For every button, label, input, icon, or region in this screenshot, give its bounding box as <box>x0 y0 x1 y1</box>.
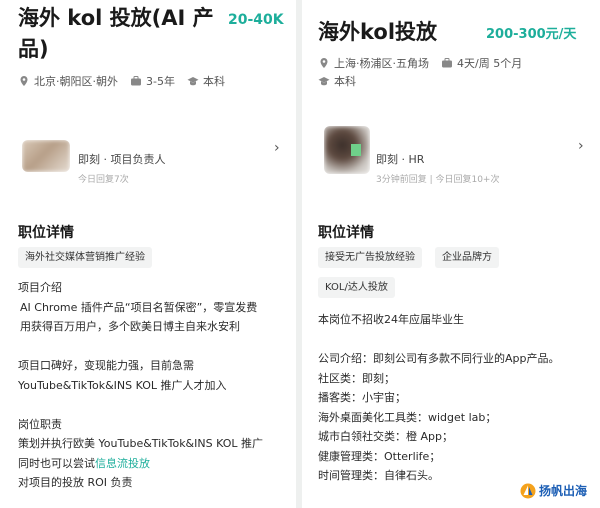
avatar <box>324 126 370 174</box>
highlight-link[interactable]: 信息流投放 <box>95 457 150 470</box>
desc-line: 项目介绍 <box>18 281 62 294</box>
education-text: 本科 <box>334 75 356 88</box>
desc-line <box>18 337 263 357</box>
desc-line: 城市白领社交类：橙 App； <box>318 430 453 443</box>
graduation-cap-icon <box>187 77 199 86</box>
salary-label: 200-300元/天 <box>486 27 577 42</box>
salary-label: 20-40K <box>228 12 284 28</box>
section-title: 职位详情 <box>18 225 74 241</box>
job-title-line2: 品) <box>18 37 49 61</box>
desc-line <box>318 330 560 350</box>
education-text: 本科 <box>202 75 225 88</box>
hr-status: 3分钟前回复 | 今日回复10+次 <box>376 175 500 185</box>
desc-line: 岗位职责 <box>18 417 62 431</box>
job-meta-row-2: 本科 <box>318 73 356 89</box>
location-text: 上海·杨浦区·五角场 <box>334 57 429 70</box>
hr-name: 即刻 · HR <box>376 153 425 166</box>
tag: 企业品牌方 <box>435 247 499 268</box>
watermark-text: 扬帆出海 <box>539 484 588 498</box>
job-description: 项目介绍 AI Chrome 插件产品“项目名暂保密”，零宣发费 用获得百万用户… <box>18 278 263 493</box>
desc-line: 社区类：即刻； <box>318 371 395 385</box>
briefcase-icon <box>131 76 141 86</box>
desc-line: 本岗位不招收24年应届毕业生 <box>318 313 464 326</box>
job-meta-row: 北京·朝阳区·朝外 3-5年 本科 <box>18 73 225 89</box>
job-card-left: 海外 kol 投放(AI 产 品) 20-40K 北京·朝阳区·朝外 3-5年 … <box>0 0 296 508</box>
avatar <box>22 140 70 172</box>
desc-line: 健康管理类：Otterlife； <box>318 449 441 463</box>
location-text: 北京·朝阳区·朝外 <box>34 75 118 88</box>
desc-line: 公司介绍：即刻公司有多款不同行业的App产品。 <box>318 352 560 365</box>
hr-card[interactable]: 即刻 · 项目负责人 今日回复7次 › <box>0 120 296 190</box>
desc-line <box>18 395 263 415</box>
desc-line: 海外桌面美化工具类：widget lab； <box>318 410 497 424</box>
desc-text: 同时也可以尝试 <box>18 456 95 470</box>
location-pin-icon <box>320 58 328 68</box>
job-title-line1: 海外 kol 投放(AI 产 <box>18 6 214 30</box>
graduation-cap-icon <box>318 77 330 86</box>
chevron-right-icon: › <box>274 140 280 156</box>
job-title: 海外kol投放 <box>318 20 438 44</box>
job-meta-row: 上海·杨浦区·五角场 4天/周 5个月 <box>318 55 522 71</box>
desc-line: 对项目的投放 ROI 负责 <box>18 476 133 489</box>
desc-line-highlight: 同时也可以尝试信息流投放 <box>18 454 263 474</box>
desc-line: AI Chrome 插件产品“项目名暂保密”，零宣发费 <box>20 300 258 314</box>
desc-line: 项目口碑好，变现能力强，目前急需 <box>18 359 194 372</box>
desc-line: 用获得百万用户，多个欧美日博主自来水安利 <box>20 320 240 333</box>
chevron-right-icon: › <box>578 138 584 154</box>
hr-status: 今日回复7次 <box>78 175 129 185</box>
sail-logo-icon <box>520 483 536 498</box>
schedule-text: 4天/周 5个月 <box>457 57 523 70</box>
job-description: 本岗位不招收24年应届毕业生 公司介绍：即刻公司有多款不同行业的App产品。 社… <box>318 310 560 486</box>
hr-name: 即刻 · 项目负责人 <box>78 153 166 166</box>
desc-line: 策划并执行欧美 YouTube&TikTok&INS KOL 推广 <box>18 437 263 450</box>
desc-line: YouTube&TikTok&INS KOL 推广人才加入 <box>18 378 227 392</box>
hr-card[interactable]: 即刻 · HR 3分钟前回复 | 今日回复10+次 › <box>302 118 600 190</box>
job-card-right: 海外kol投放 200-300元/天 上海·杨浦区·五角场 4天/周 5个月 本… <box>302 0 600 508</box>
section-title: 职位详情 <box>318 225 374 241</box>
tag: 海外社交媒体营销推广经验 <box>18 247 152 268</box>
location-pin-icon <box>20 76 28 86</box>
watermark-logo: 扬帆出海 <box>520 482 587 499</box>
tag: KOL/达人投放 <box>318 277 395 298</box>
experience-text: 3-5年 <box>146 75 175 88</box>
desc-line: 播客类：小宇宙； <box>318 391 406 404</box>
tag: 接受无广告投放经验 <box>318 247 422 268</box>
briefcase-icon <box>442 58 452 68</box>
